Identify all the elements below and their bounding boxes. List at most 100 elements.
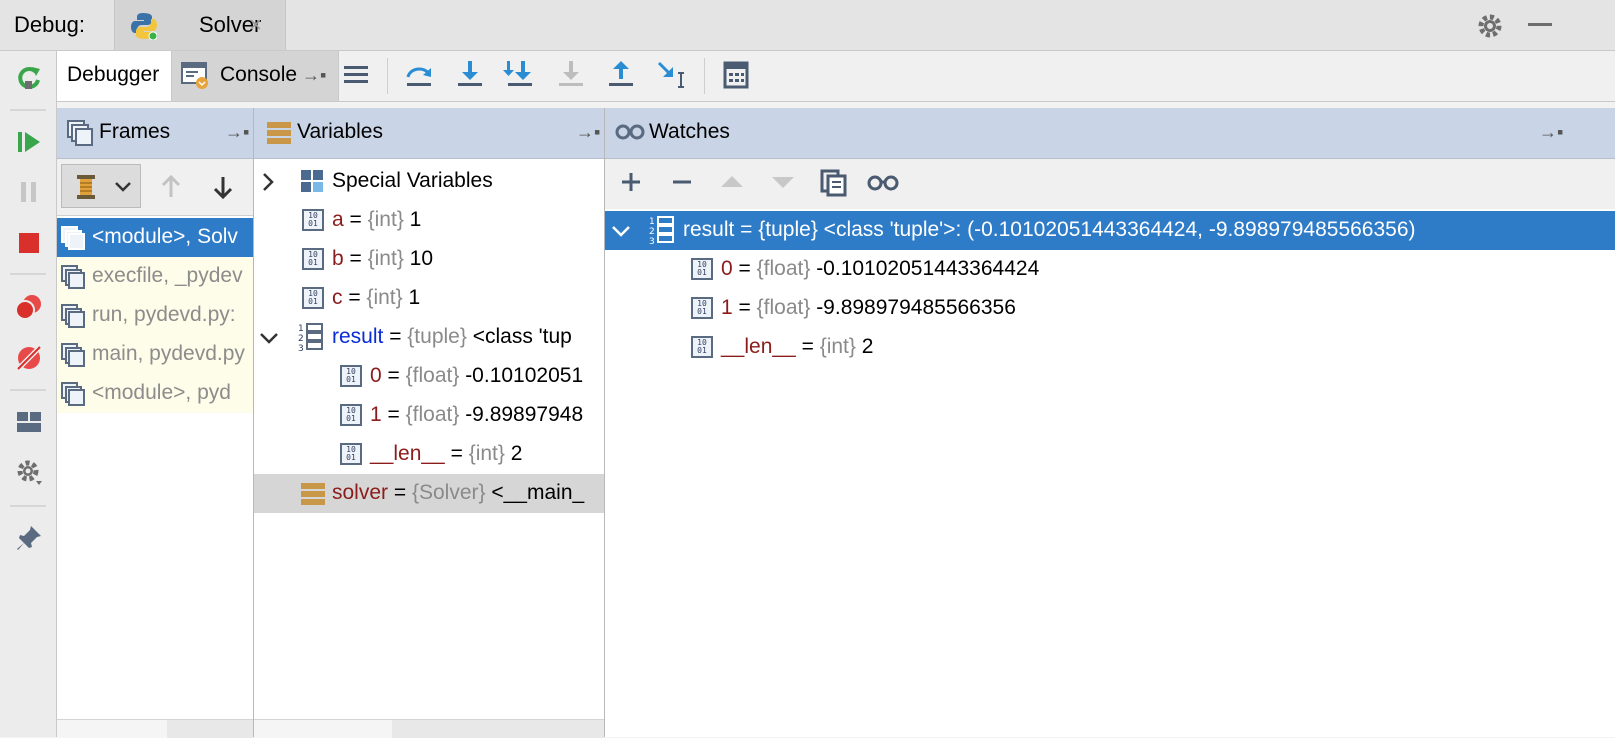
- int-type-icon: 10 01: [302, 248, 324, 270]
- frame-item[interactable]: main, pydevd.py: [57, 335, 253, 374]
- pause-icon[interactable]: [14, 177, 44, 207]
- mute-breakpoints-icon[interactable]: [14, 343, 44, 373]
- frames-scrollbar[interactable]: [57, 719, 253, 738]
- var-value: -0.10102051: [459, 364, 584, 387]
- watches-title: Watches: [649, 120, 730, 143]
- minimize-icon[interactable]: [1528, 23, 1552, 26]
- var-eq: =: [795, 335, 820, 358]
- float-type-icon: 10 01: [340, 404, 362, 426]
- var-name: 0: [370, 364, 382, 387]
- step-over-icon[interactable]: [401, 57, 437, 93]
- tab-debugger[interactable]: Debugger: [57, 51, 172, 101]
- add-watch-icon[interactable]: [619, 170, 643, 194]
- gear-icon[interactable]: [1476, 12, 1504, 46]
- tab-console[interactable]: Console →▪: [172, 51, 339, 101]
- step-out-icon[interactable]: [603, 57, 639, 93]
- var-type: {float}: [756, 257, 811, 280]
- variables-scrollbar[interactable]: [254, 719, 604, 738]
- debug-label: Debug:: [14, 12, 85, 37]
- frames-header: Frames →▪: [57, 108, 253, 159]
- run-to-cursor-icon[interactable]: [654, 57, 690, 93]
- frame-icon: [61, 265, 85, 289]
- settings-icon[interactable]: [14, 457, 44, 487]
- pin-tab-icon[interactable]: →▪: [302, 65, 326, 86]
- watch-result-0[interactable]: 10 01 0 = {float} -0.10102051443364424: [605, 250, 1615, 289]
- pin-icon[interactable]: [14, 523, 44, 553]
- variable-result-len[interactable]: 10 01 __len__ = {int} 2: [254, 435, 604, 474]
- duplicate-watch-icon[interactable]: [820, 169, 848, 197]
- variables-icon: [267, 122, 291, 144]
- var-eq: =: [732, 296, 757, 319]
- frame-item[interactable]: <module>, Solv: [57, 218, 253, 257]
- pin-panel-icon[interactable]: →▪: [1539, 122, 1563, 143]
- var-eq: =: [381, 403, 406, 426]
- tab-console-label: Console: [220, 63, 298, 86]
- frames-toolbar: [57, 159, 253, 216]
- var-value: -9.89897948: [459, 403, 584, 426]
- show-execution-point-icon[interactable]: [338, 57, 374, 93]
- variable-b[interactable]: 10 01 b = {int} 10: [254, 240, 604, 279]
- chevron-down-icon[interactable]: [259, 330, 279, 346]
- frames-icon: [67, 120, 93, 146]
- layout-icon[interactable]: [14, 407, 44, 437]
- variable-result-0[interactable]: 10 01 0 = {float} -0.10102051: [254, 357, 604, 396]
- pin-panel-icon[interactable]: →▪: [225, 122, 249, 143]
- evaluate-expression-icon[interactable]: [718, 57, 754, 93]
- force-step-into-icon[interactable]: [553, 57, 589, 93]
- remove-watch-icon[interactable]: [670, 170, 694, 194]
- step-into-my-code-icon[interactable]: [502, 57, 538, 93]
- tuple-type-icon: 123: [649, 216, 674, 245]
- arrow-up-icon[interactable]: [157, 173, 185, 201]
- var-eq: =: [383, 325, 408, 348]
- variable-c[interactable]: 10 01 c = {int} 1: [254, 279, 604, 318]
- chevron-down-icon: [115, 182, 131, 192]
- rerun-icon[interactable]: [14, 63, 44, 93]
- pin-panel-icon[interactable]: →▪: [576, 122, 600, 143]
- frame-item[interactable]: execfile, _pydev: [57, 257, 253, 296]
- variable-result[interactable]: 123 result = {tuple} <class 'tup: [254, 318, 604, 357]
- watch-result-1[interactable]: 10 01 1 = {float} -9.898979485566356: [605, 289, 1615, 328]
- var-type: {Solver}: [411, 481, 486, 504]
- chevron-right-icon[interactable]: [260, 172, 276, 192]
- move-down-icon[interactable]: [770, 173, 796, 191]
- console-icon: [181, 62, 208, 89]
- resume-icon[interactable]: [14, 127, 44, 157]
- frame-icon: [61, 382, 85, 406]
- step-into-icon[interactable]: [452, 57, 488, 93]
- python-icon: [131, 12, 158, 46]
- var-type: {int}: [819, 335, 856, 358]
- watches-header: Watches →▪: [605, 108, 1615, 159]
- variable-result-1[interactable]: 10 01 1 = {float} -9.89897948: [254, 396, 604, 435]
- variable-a[interactable]: 10 01 a = {int} 1: [254, 201, 604, 240]
- frame-item[interactable]: <module>, pyd: [57, 374, 253, 413]
- thread-selector[interactable]: [61, 164, 141, 208]
- var-value: 10: [403, 247, 434, 270]
- show-watches-in-variables-icon[interactable]: [867, 172, 899, 194]
- chevron-down-icon[interactable]: [611, 223, 631, 239]
- view-breakpoints-icon[interactable]: [14, 292, 44, 322]
- svg-text:1: 1: [298, 324, 304, 334]
- watch-result[interactable]: 123 result = {tuple} <class 'tuple'>: (-…: [605, 211, 1615, 250]
- var-value: <class 'tup: [466, 325, 572, 348]
- svg-text:2: 2: [649, 227, 655, 237]
- var-eq: =: [343, 208, 368, 231]
- close-icon[interactable]: ×: [249, 12, 262, 38]
- frame-icon: [61, 226, 85, 250]
- tab-solver[interactable]: Solver ×: [114, 0, 286, 50]
- var-value: <__main_: [485, 481, 585, 504]
- watch-result-len[interactable]: 10 01 __len__ = {int} 2: [605, 328, 1615, 367]
- int-type-icon: 10 01: [302, 287, 324, 309]
- var-eq: =: [342, 286, 367, 309]
- var-eq: =: [732, 257, 757, 280]
- arrow-down-icon[interactable]: [209, 173, 237, 201]
- watches-toolbar: [605, 159, 1615, 209]
- move-up-icon[interactable]: [719, 173, 745, 191]
- stop-icon[interactable]: [14, 228, 44, 258]
- frame-item[interactable]: run, pydevd.py:: [57, 296, 253, 335]
- svg-text:2: 2: [298, 334, 304, 344]
- frame-label: main, pydevd.py: [92, 342, 245, 365]
- var-name: a: [332, 208, 344, 231]
- tree-row-special-variables[interactable]: Special Variables: [254, 162, 604, 201]
- variable-solver[interactable]: solver = {Solver} <__main_: [254, 474, 604, 513]
- variables-header: Variables →▪: [254, 108, 604, 159]
